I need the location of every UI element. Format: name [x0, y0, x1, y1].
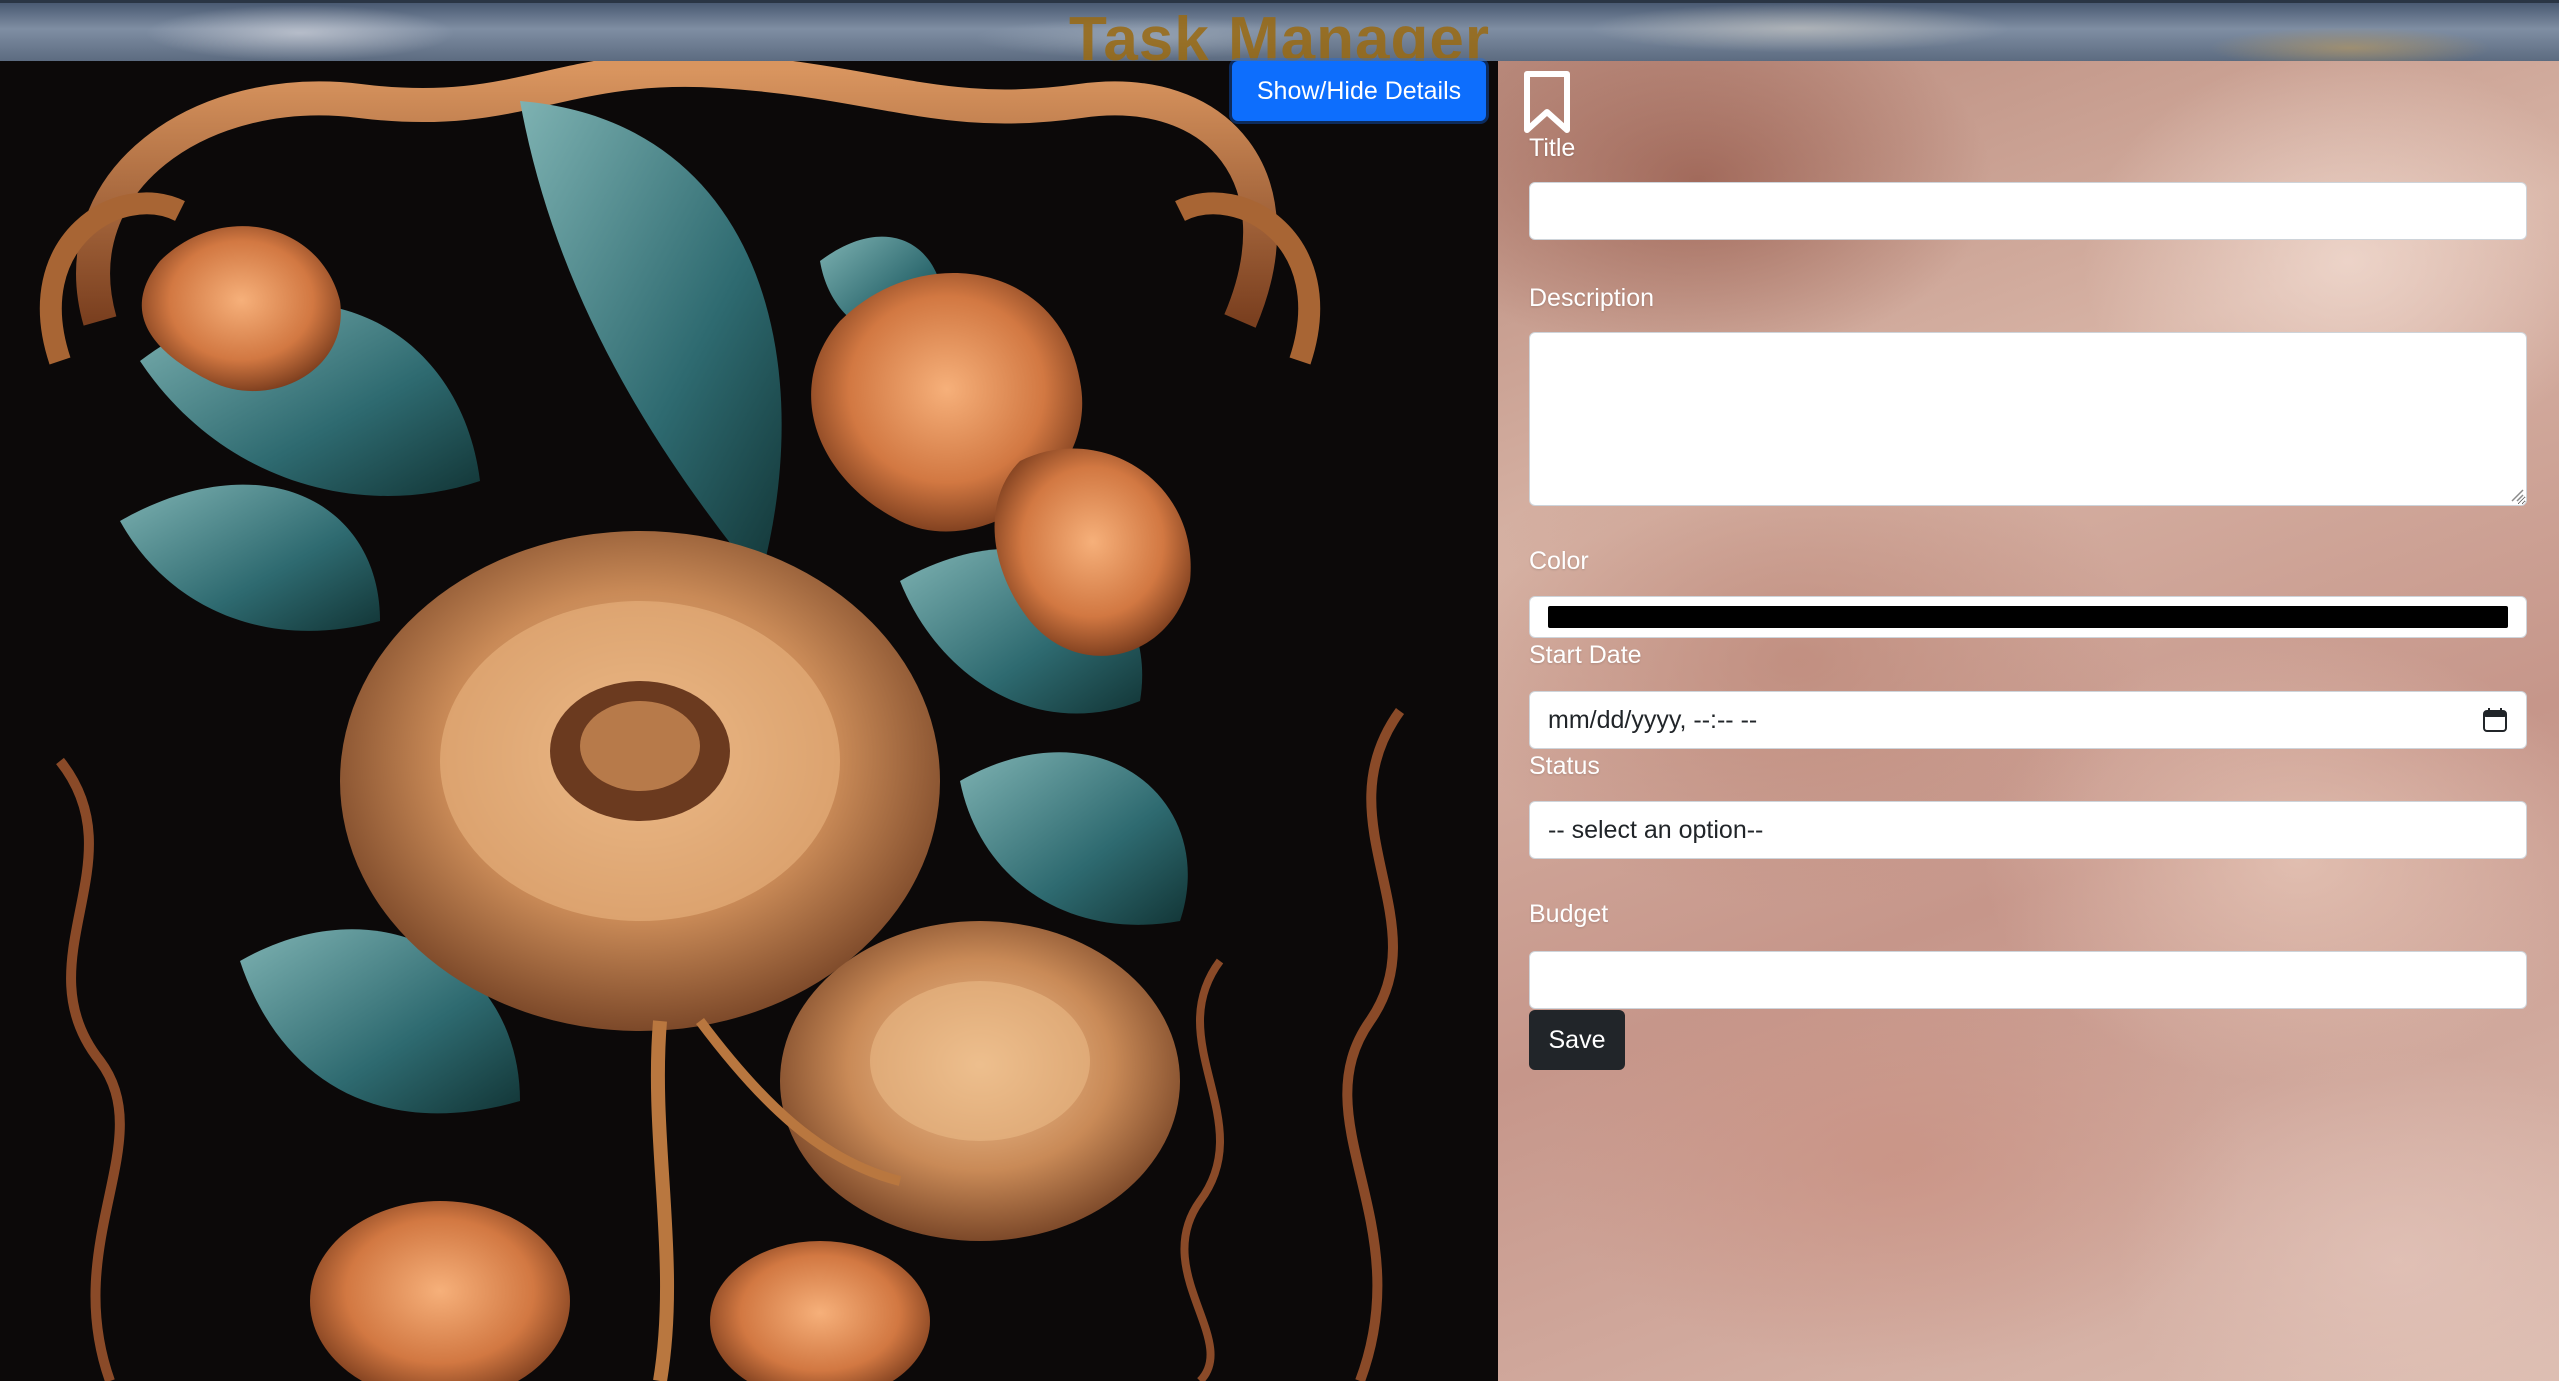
floral-artwork-image [0, 61, 1498, 1381]
start-date-input[interactable]: mm/dd/yyyy, --:-- -- [1529, 691, 2527, 749]
status-label: Status [1529, 752, 1600, 780]
description-textarea[interactable] [1529, 332, 2527, 506]
budget-label: Budget [1529, 900, 1609, 928]
status-selected-option: -- select an option-- [1548, 815, 1764, 844]
status-select[interactable]: -- select an option-- [1529, 801, 2527, 859]
title-label: Title [1529, 134, 1576, 162]
show-hide-details-button[interactable]: Show/Hide Details [1232, 61, 1486, 121]
save-button[interactable]: Save [1529, 1010, 1625, 1070]
color-label: Color [1529, 547, 1589, 575]
color-picker[interactable] [1529, 596, 2527, 638]
description-label: Description [1529, 284, 1655, 312]
resize-grip-icon[interactable] [2510, 488, 2524, 502]
color-swatch [1548, 606, 2508, 628]
header-banner: Task Manager [0, 0, 2559, 74]
bookmark-icon[interactable] [1522, 70, 1572, 134]
start-date-label: Start Date [1529, 641, 1642, 669]
title-input[interactable] [1529, 182, 2527, 240]
budget-input[interactable] [1529, 951, 2527, 1009]
start-date-placeholder: mm/dd/yyyy, --:-- -- [1548, 705, 1758, 734]
calendar-icon[interactable] [2482, 707, 2508, 733]
